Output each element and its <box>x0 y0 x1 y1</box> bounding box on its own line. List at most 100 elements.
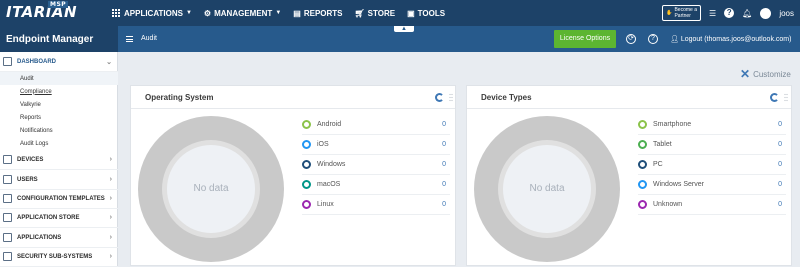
legend-item[interactable]: Smartphone 0 <box>638 115 786 135</box>
shield-icon <box>3 252 12 261</box>
sidebar-item-label: SECURITY SUB-SYSTEMS <box>17 253 93 260</box>
nav-label: APPLICATIONS <box>124 8 183 18</box>
legend-label: Tablet <box>653 141 672 148</box>
sync-icon[interactable]: ⟳ <box>626 34 636 44</box>
sidebar-subitem-audit[interactable]: Audit <box>0 72 118 85</box>
legend-item[interactable]: Android 0 <box>302 115 450 135</box>
store-icon <box>3 213 12 222</box>
customize-button[interactable]: ✕ Customize <box>740 67 791 81</box>
legend-item[interactable]: Windows Server 0 <box>638 175 786 195</box>
card-title: Device Types <box>481 93 532 102</box>
grid-icon <box>112 8 121 18</box>
sidebar-subitem-audit-logs[interactable]: Audit Logs <box>0 137 118 150</box>
sidebar-item-label: DEVICES <box>17 156 44 163</box>
chevron-right-icon: › <box>109 234 112 241</box>
legend-item[interactable]: PC 0 <box>638 155 786 175</box>
logout-link[interactable]: 👤︎ Logout (thomas.joos@outlook.com) <box>670 35 791 43</box>
applications-icon <box>3 233 12 242</box>
customize-label: Customize <box>753 69 791 79</box>
gear-icon: ⚙ <box>203 8 212 18</box>
chevron-right-icon: › <box>109 214 112 221</box>
nav-store[interactable]: 🛒︎ STORE <box>355 9 396 18</box>
legend-label: Windows Server <box>653 181 704 188</box>
legend-item[interactable]: Tablet 0 <box>638 135 786 155</box>
sidebar-item-users[interactable]: USERS › <box>0 170 118 190</box>
sidebar-item-configuration-templates[interactable]: CONFIGURATION TEMPLATES › <box>0 189 118 209</box>
legend-label: Windows <box>317 161 346 168</box>
no-data-label: No data <box>503 145 591 233</box>
os-donut-chart: No data <box>138 116 284 262</box>
legend-count: 0 <box>442 201 446 208</box>
breadcrumb: Audit <box>141 35 157 42</box>
sidebar-subitem-notifications[interactable]: Notifications <box>0 124 118 137</box>
sidebar-item-label: DASHBOARD <box>17 58 56 65</box>
bell-icon[interactable]: 🔔︎ <box>742 9 752 18</box>
legend-count: 0 <box>778 121 782 128</box>
customize-icon: ✕ <box>740 67 751 81</box>
legend-label: iOS <box>317 141 329 148</box>
legend-count: 0 <box>778 141 782 148</box>
sidebar-item-security-sub-systems[interactable]: SECURITY SUB-SYSTEMS › <box>0 247 118 267</box>
users-icon <box>3 175 12 184</box>
sidebar: DASHBOARD ⌄ Audit Compliance Valkyrie Re… <box>0 52 118 267</box>
nav-applications[interactable]: APPLICATIONS ▼ <box>112 8 192 18</box>
legend-item[interactable]: iOS 0 <box>302 135 450 155</box>
legend-count: 0 <box>442 161 446 168</box>
top-navigation-bar: ITARIAN MSP APPLICATIONS ▼ ⚙ MANAGEMENT … <box>0 0 800 26</box>
collapse-toggle-icon[interactable]: ▲ <box>394 26 414 32</box>
sidebar-subitem-compliance[interactable]: Compliance <box>0 85 118 98</box>
sidebar-item-application-store[interactable]: APPLICATION STORE › <box>0 208 118 228</box>
sidebar-subitem-valkyrie[interactable]: Valkyrie <box>0 98 118 111</box>
legend-item[interactable]: Linux 0 <box>302 195 450 215</box>
legend-count: 0 <box>442 121 446 128</box>
drag-handle-icon[interactable] <box>784 93 788 102</box>
sidebar-item-dashboard[interactable]: DASHBOARD ⌄ <box>0 52 118 72</box>
nav-management[interactable]: ⚙ MANAGEMENT ▼ <box>204 9 281 18</box>
sidebar-item-label: USERS <box>17 176 38 183</box>
chevron-down-icon: ▼ <box>275 10 282 16</box>
legend-item[interactable]: Unknown 0 <box>638 195 786 215</box>
refresh-icon[interactable] <box>770 93 779 102</box>
msp-badge: MSP <box>48 1 69 8</box>
avatar[interactable] <box>760 7 772 19</box>
nav-tools[interactable]: ▣ TOOLS <box>407 9 445 18</box>
no-data-label: No data <box>167 145 255 233</box>
username[interactable]: joos <box>779 9 794 18</box>
sidebar-item-label: CONFIGURATION TEMPLATES <box>17 195 105 202</box>
cart-icon: 🛒︎ <box>354 8 365 18</box>
legend-color-icon <box>302 140 311 149</box>
become-partner-button[interactable]: ✋ Become a Partner <box>662 5 701 21</box>
handshake-icon: ✋ <box>666 10 673 16</box>
nav-label: TOOLS <box>417 8 446 18</box>
help-icon[interactable]: ? <box>724 8 735 18</box>
user-icon: 👤︎ <box>670 36 679 43</box>
sidebar-item-devices[interactable]: DEVICES › <box>0 150 118 170</box>
legend-label: PC <box>653 161 663 168</box>
nav-label: MANAGEMENT <box>214 8 273 18</box>
nav-reports[interactable]: ▤ REPORTS <box>293 9 342 18</box>
sidebar-item-label: APPLICATION STORE <box>17 214 80 221</box>
chevron-right-icon: › <box>109 176 112 183</box>
drag-handle-icon[interactable] <box>449 93 453 102</box>
legend-color-icon <box>302 160 311 169</box>
legend-item[interactable]: macOS 0 <box>302 175 450 195</box>
refresh-icon[interactable] <box>435 93 444 102</box>
sidebar-item-applications[interactable]: APPLICATIONS › <box>0 228 118 248</box>
license-options-button[interactable]: License Options <box>554 30 616 48</box>
legend-color-icon <box>302 180 311 189</box>
legend-count: 0 <box>778 161 782 168</box>
legend-color-icon <box>638 120 647 129</box>
app-title: Endpoint Manager <box>0 26 118 52</box>
device-types-donut-chart: No data <box>474 116 620 262</box>
legend-color-icon <box>638 160 647 169</box>
legend-count: 0 <box>778 201 782 208</box>
legend-label: Smartphone <box>653 121 692 128</box>
legend-item[interactable]: Windows 0 <box>302 155 450 175</box>
itarian-logo[interactable]: ITARIAN MSP <box>6 1 77 21</box>
sidebar-subitem-reports[interactable]: Reports <box>0 111 118 124</box>
hamburger-menu-icon[interactable] <box>126 36 133 42</box>
devices-icon <box>3 155 12 164</box>
menu-list-icon[interactable]: ☰ <box>709 9 716 18</box>
help-icon[interactable]: ? <box>648 34 658 44</box>
template-icon <box>3 194 12 203</box>
